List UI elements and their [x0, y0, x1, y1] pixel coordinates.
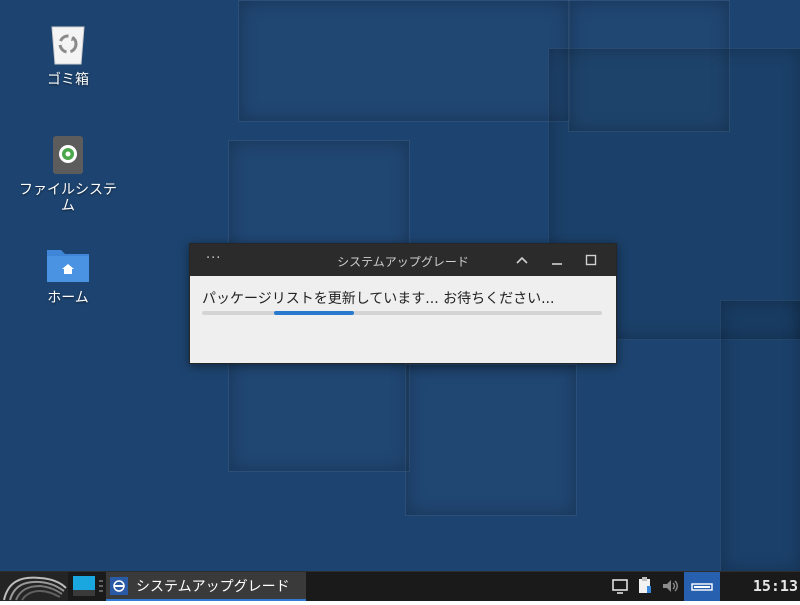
system-upgrade-dialog: ··· システムアップグレード パッケージリストを更新しています... お待ちく…: [189, 243, 617, 364]
desktop: ゴミ箱 ファイルシステム ホーム ··· システムアップグレード パッケージリス…: [0, 0, 800, 571]
network-icon: [691, 582, 713, 591]
minimize-icon: [552, 263, 562, 265]
trash-icon: [51, 26, 85, 65]
progress-bar-fill: [274, 311, 354, 315]
start-menu-icon: [0, 572, 68, 601]
start-menu-button[interactable]: [0, 572, 68, 601]
taskbar-item-label: システムアップグレード: [136, 578, 290, 595]
wallpaper-panel: [568, 0, 730, 132]
taskbar-separator: [99, 578, 103, 594]
wallpaper-panel: [405, 364, 577, 516]
show-desktop-icon: [73, 576, 95, 596]
home-folder-icon: [47, 250, 89, 282]
maximize-button[interactable]: [581, 250, 601, 270]
system-upgrade-app-icon: [110, 576, 128, 595]
desktop-icon-home[interactable]: ホーム: [18, 244, 118, 306]
desktop-icon-label: ファイルシステム: [19, 182, 117, 214]
wallpaper-panel: [720, 300, 800, 571]
volume-icon[interactable]: [661, 577, 679, 595]
clock[interactable]: 15:13: [753, 577, 798, 595]
progress-bar: [202, 311, 602, 315]
show-desktop-button[interactable]: [73, 576, 95, 596]
maximize-icon: [585, 254, 597, 266]
taskbar: システムアップグレード 15:13: [0, 571, 800, 601]
desktop-icon-filesystem[interactable]: ファイルシステム: [18, 134, 118, 214]
desktop-icon-trash[interactable]: ゴミ箱: [18, 24, 118, 88]
dialog-titlebar[interactable]: ··· システムアップグレード: [190, 244, 616, 276]
drive-icon: [53, 136, 83, 174]
taskbar-item-system-upgrade[interactable]: システムアップグレード: [106, 572, 306, 601]
display-icon[interactable]: [611, 577, 629, 595]
collapse-icon: [516, 256, 528, 264]
network-tray-button[interactable]: [684, 572, 720, 601]
clipboard-icon[interactable]: [636, 577, 654, 595]
status-message: パッケージリストを更新しています... お待ちください...: [202, 291, 555, 307]
collapse-button[interactable]: [512, 250, 532, 270]
desktop-icon-label: ゴミ箱: [47, 72, 89, 88]
desktop-icon-label: ホーム: [47, 290, 89, 306]
wallpaper-panel: [238, 0, 570, 122]
minimize-button[interactable]: [547, 250, 567, 270]
